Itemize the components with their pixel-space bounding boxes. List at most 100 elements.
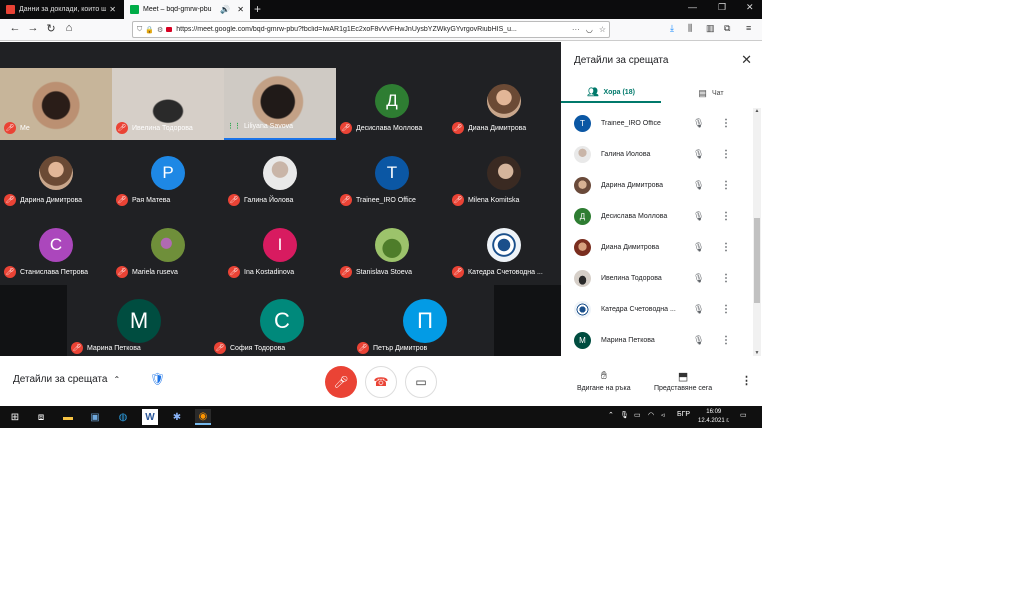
tab-gmail[interactable]: Данни за доклади, които ще ... ✕ — [0, 0, 122, 19]
windows-start-icon[interactable]: ⊞ — [7, 409, 23, 425]
page-actions-icon[interactable]: ··· — [572, 25, 580, 34]
participant-tile[interactable]: 🎤︎ Stanislava Stoeva — [336, 212, 448, 284]
participant-tile[interactable]: I 🎤︎ Ina Kostadinova — [224, 212, 336, 284]
battery-icon[interactable]: ▭ — [634, 411, 641, 419]
list-item[interactable]: Диана Димитрова 🎙︎ ⋮ — [561, 232, 753, 263]
list-item[interactable]: Д Десислава Моллова 🎙︎ ⋮ — [561, 201, 753, 232]
input-language[interactable]: БГР — [677, 411, 690, 418]
mic-off-icon[interactable]: 🎙︎ — [693, 149, 704, 160]
lock-icon[interactable]: 🔒 — [145, 26, 154, 34]
participant-tile[interactable]: М 🎤︎ Марина Петкова — [67, 285, 207, 356]
participant-tile[interactable]: 🎤︎ Катедра Счетоводна ... — [448, 212, 560, 284]
screenshot-icon[interactable]: ⧉ — [724, 23, 730, 34]
participant-tile[interactable]: С 🎤︎ Станислава Петрова — [0, 212, 112, 284]
participant-tile[interactable]: 🎤︎ Mariela ruseva — [112, 212, 224, 284]
meeting-details-button[interactable]: Детайли за срещата ⌃ — [13, 374, 120, 385]
sidebar-icon[interactable]: ▥ — [706, 23, 715, 34]
more-options-icon[interactable]: ⋮ — [721, 149, 731, 160]
volume-icon[interactable]: ◃ — [661, 411, 665, 419]
network-app-icon[interactable]: ▣ — [87, 409, 103, 425]
mic-off-icon[interactable]: 🎙︎ — [693, 180, 704, 191]
list-item[interactable]: T Trainee_IRO Office 🎙︎ ⋮ — [561, 108, 753, 139]
raise-hand-button[interactable]: ✋︎ Вдигане на ръка — [577, 370, 631, 392]
more-options-icon[interactable]: ⋮ — [721, 211, 731, 222]
participant-tile[interactable]: 🎤︎ Me — [0, 68, 112, 140]
word-icon[interactable]: W — [142, 409, 158, 425]
participant-tile[interactable]: ⋮⋮ Liliyana Savova — [224, 68, 336, 140]
tray-expand-icon[interactable]: ⌃ — [608, 411, 614, 419]
host-controls-shield-icon[interactable]: 🛡︎ — [150, 372, 165, 388]
notifications-icon[interactable]: ▭ — [740, 411, 747, 419]
scroll-up-arrow-icon[interactable]: ▲ — [753, 108, 761, 114]
scroll-down-arrow-icon[interactable]: ▼ — [753, 350, 761, 356]
more-options-icon[interactable]: ⋮ — [721, 335, 731, 346]
avatar — [574, 301, 591, 318]
close-tab-icon[interactable]: ✕ — [109, 5, 116, 14]
address-bar[interactable]: ⛉ 🔒 ⚙ https://meet.google.com/bqd-gmrw-p… — [132, 21, 610, 38]
mic-off-icon[interactable]: 🎙︎ — [693, 242, 704, 253]
more-options-icon[interactable]: ⋮ — [721, 304, 731, 315]
close-window-button[interactable]: ✕ — [746, 2, 754, 13]
list-item[interactable]: М Марина Петкова 🎙︎ ⋮ — [561, 325, 753, 356]
mic-off-icon[interactable]: 🎙︎ — [693, 273, 704, 284]
list-item[interactable]: Ивелина Тодорова 🎙︎ ⋮ — [561, 263, 753, 294]
home-button[interactable]: ⌂ — [62, 22, 76, 34]
back-button[interactable]: ← — [8, 22, 22, 34]
task-view-icon[interactable]: ⧈ — [33, 409, 49, 425]
downloads-icon[interactable]: ⤓ — [670, 23, 674, 34]
bookmark-star-icon[interactable]: ☆ — [599, 25, 606, 34]
wifi-icon[interactable]: ◠ — [648, 411, 654, 419]
participant-tile[interactable]: 🎤︎ Диана Димитрова — [448, 68, 560, 140]
participant-tile[interactable]: П 🎤︎ Петър Димитров — [353, 285, 493, 356]
participant-tile[interactable]: Т 🎤︎ Trainee_IRO Office — [336, 140, 448, 212]
speaker-icon[interactable]: 🔊 — [220, 5, 230, 14]
reload-button[interactable]: ↻ — [44, 22, 58, 35]
present-now-button[interactable]: ⬒ Представяне сега — [654, 370, 712, 392]
pocket-icon[interactable]: ◡ — [586, 25, 593, 34]
people-list-scrollbar[interactable]: ▲ ▼ — [753, 108, 761, 356]
participant-tile[interactable]: С 🎤︎ София Тодорова — [210, 285, 350, 356]
list-item[interactable]: Дарина Димитрова 🎙︎ ⋮ — [561, 170, 753, 201]
more-options-icon[interactable]: ⋮ — [721, 180, 731, 191]
permissions-icon[interactable]: ⚙ — [157, 26, 163, 34]
menu-icon[interactable]: ≡ — [746, 23, 751, 33]
more-options-icon[interactable]: ⋮ — [721, 118, 731, 129]
more-options-icon[interactable]: ⋮ — [741, 374, 752, 387]
more-options-icon[interactable]: ⋮ — [721, 242, 731, 253]
mic-off-icon[interactable]: 🎙︎ — [693, 304, 704, 315]
more-options-icon[interactable]: ⋮ — [721, 273, 731, 284]
camera-toggle-button[interactable]: ▭ — [405, 366, 437, 398]
microphone-tray-icon[interactable]: 🎙︎ — [620, 411, 629, 419]
microphone-toggle-button[interactable]: 🎤︎ — [325, 366, 357, 398]
tab-meet[interactable]: Meet – bqd-gmrw-pbu 🔊 ✕ — [124, 0, 250, 19]
library-icon[interactable]: ⫼ — [688, 23, 692, 34]
settings-app-icon[interactable]: ✱ — [169, 409, 185, 425]
mic-off-icon[interactable]: 🎙︎ — [693, 211, 704, 222]
shield-icon[interactable]: ⛉ — [137, 26, 142, 34]
participant-tile[interactable]: Д 🎤︎ Десислава Моллова — [336, 68, 448, 140]
leave-call-button[interactable]: ☎︎ — [365, 366, 397, 398]
maximize-button[interactable]: ❐ — [718, 2, 726, 13]
scrollbar-thumb[interactable] — [754, 218, 760, 303]
firefox-icon[interactable]: ◉ — [195, 409, 211, 425]
new-tab-button[interactable]: + — [254, 2, 261, 16]
mic-off-icon[interactable]: 🎙︎ — [693, 335, 704, 346]
system-clock[interactable]: 16:09 12.4.2021 г. — [698, 408, 729, 426]
minimize-button[interactable]: — — [688, 2, 697, 12]
list-item[interactable]: Катедра Счетоводна ... 🎙︎ ⋮ — [561, 294, 753, 325]
participant-tile[interactable]: 🎤︎ Галина Йолова — [224, 140, 336, 212]
tab-people[interactable]: 👥︎ Хора (18) — [561, 83, 661, 103]
close-panel-button[interactable]: ✕ — [741, 52, 752, 68]
close-tab-icon[interactable]: ✕ — [237, 5, 244, 14]
mic-off-icon[interactable]: 🎙︎ — [693, 118, 704, 129]
file-explorer-icon[interactable]: ▬ — [60, 409, 76, 425]
tab-chat[interactable]: ▤ Чат — [661, 83, 761, 103]
participant-tile[interactable]: Р 🎤︎ Рая Матева — [112, 140, 224, 212]
camera-sharing-icon[interactable] — [166, 27, 173, 32]
participant-tile[interactable]: 🎤︎ Дарина Димитрова — [0, 140, 112, 212]
participant-tile[interactable]: 🎤︎ Milena Komitska — [448, 140, 560, 212]
forward-button[interactable]: → — [26, 22, 40, 34]
edge-icon[interactable]: ◍ — [115, 409, 131, 425]
participant-tile[interactable]: 🎤︎ Ивелина Тодорова — [112, 68, 224, 140]
list-item[interactable]: Галина Йолова 🎙︎ ⋮ — [561, 139, 753, 170]
